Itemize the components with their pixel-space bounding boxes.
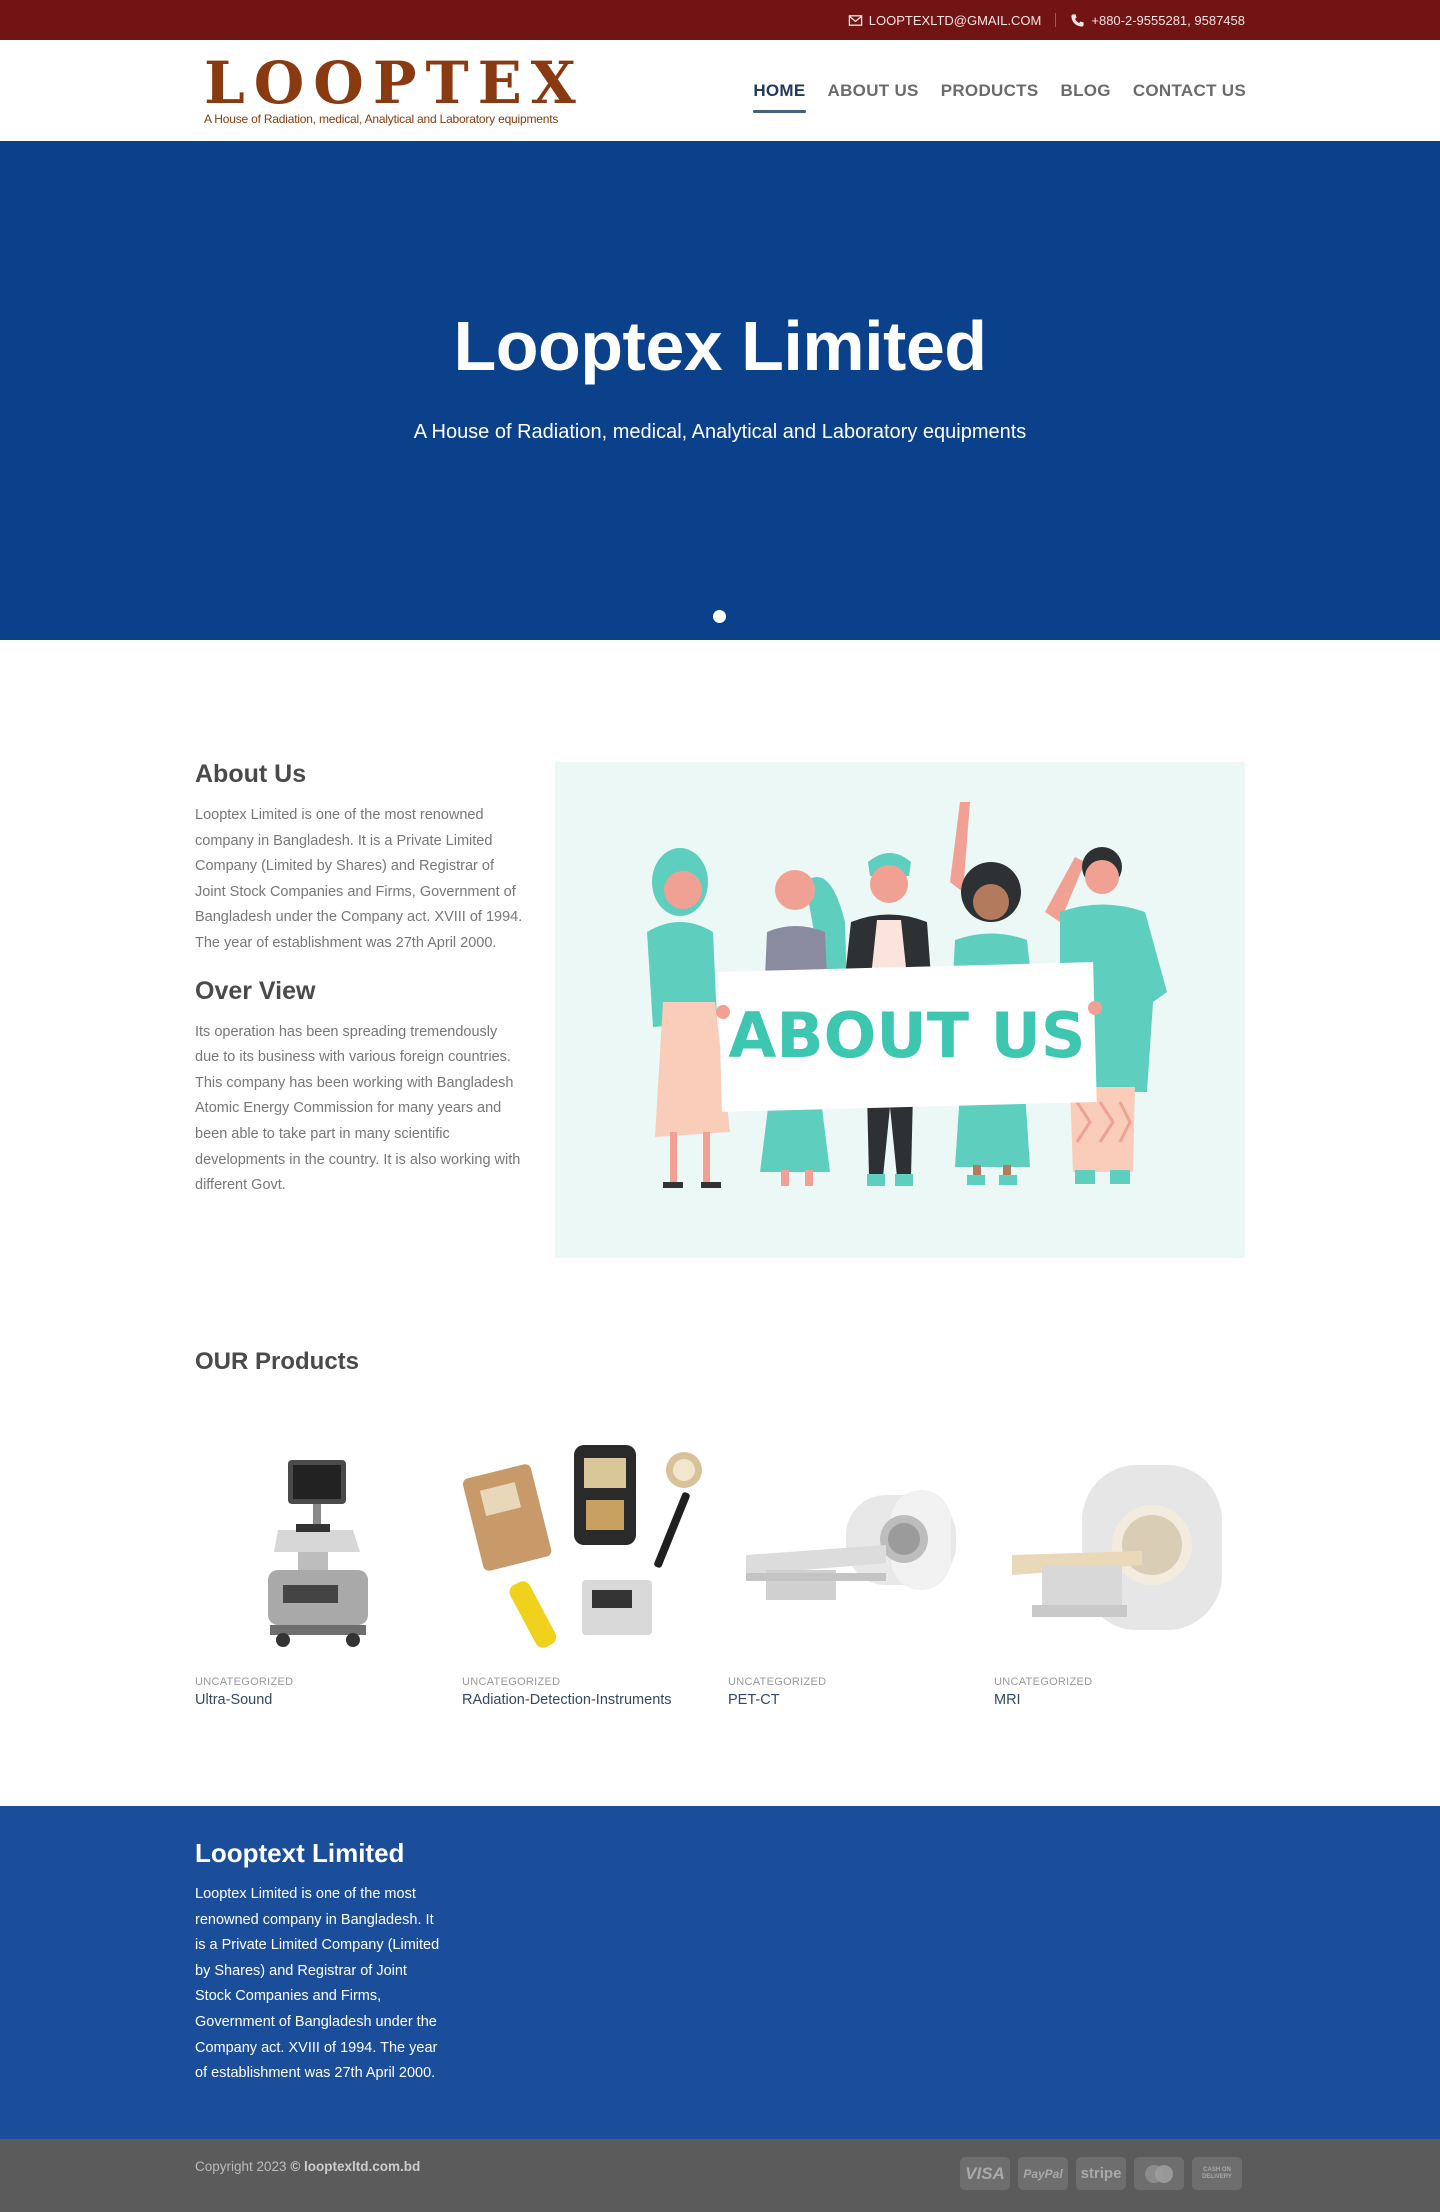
product-name[interactable]: MRI xyxy=(994,1692,1239,1708)
product-name[interactable]: PET-CT xyxy=(728,1692,973,1708)
nav-about-us[interactable]: ABOUT US xyxy=(828,75,919,107)
overview-heading: Over View xyxy=(195,976,316,1005)
topbar-phone-link[interactable]: +880-2-9555281, 9587458 xyxy=(1070,13,1245,28)
product-card-pet-ct[interactable]: UNCATEGORIZED PET-CT xyxy=(728,1430,973,1708)
topbar-divider xyxy=(1055,13,1057,27)
main-nav: HOME ABOUT US PRODUCTS BLOG CONTACT US xyxy=(753,40,1246,141)
site-header: LOOPTEX A House of Radiation, medical, A… xyxy=(0,40,1440,141)
nav-home[interactable]: HOME xyxy=(753,75,806,113)
product-card-mri[interactable]: UNCATEGORIZED MRI xyxy=(994,1430,1239,1708)
visa-icon: VISA xyxy=(960,2157,1010,2190)
product-category: UNCATEGORIZED xyxy=(994,1676,1093,1688)
product-name[interactable]: Ultra-Sound xyxy=(195,1692,440,1708)
overview-text: Its operation has been spreading tremend… xyxy=(195,1023,521,1194)
envelope-icon xyxy=(848,14,863,26)
nav-products[interactable]: PRODUCTS xyxy=(941,75,1039,107)
product-card-radiation-detection[interactable]: UNCATEGORIZED RAdiation-Detection-Instru… xyxy=(462,1430,707,1708)
products-heading: OUR Products xyxy=(195,1348,360,1375)
copyright-prefix: Copyright 2023 xyxy=(195,2159,287,2174)
absolute-footer: Copyright 2023 © looptexltd.com.bd VISA … xyxy=(0,2139,1440,2212)
product-category: UNCATEGORIZED xyxy=(462,1676,561,1688)
product-image[interactable] xyxy=(994,1430,1239,1670)
footer-text: Looptex Limited is one of the most renow… xyxy=(195,1886,440,2082)
about-banner-text: ABOUT US xyxy=(728,999,1085,1072)
product-name[interactable]: RAdiation-Detection-Instruments xyxy=(462,1692,707,1708)
stripe-icon: stripe xyxy=(1076,2157,1126,2190)
phone-icon xyxy=(1071,13,1084,27)
mastercard-icon xyxy=(1134,2157,1184,2190)
topbar-email-link[interactable]: LOOPTEXLTD@GMAIL.COM xyxy=(848,12,1042,28)
about-heading: About Us xyxy=(195,760,307,788)
hero-title: Looptex Limited xyxy=(453,307,987,385)
about-text: Looptex Limited is one of the most renow… xyxy=(195,807,523,951)
cash-on-delivery-icon: CASH ON DELIVERY xyxy=(1192,2157,1242,2190)
product-card-ultrasound[interactable]: UNCATEGORIZED Ultra-Sound xyxy=(195,1430,440,1708)
topbar-phone: +880-2-9555281, 9587458 xyxy=(1091,12,1245,28)
person-1 xyxy=(647,848,730,1188)
slider-dot-icon[interactable] xyxy=(713,610,726,623)
product-image[interactable] xyxy=(195,1430,440,1670)
product-category: UNCATEGORIZED xyxy=(728,1676,827,1688)
logo-wordmark: LOOPTEX xyxy=(204,49,585,117)
footer-title: Looptext Limited xyxy=(195,1838,405,1868)
paypal-icon: PayPal xyxy=(1018,2157,1068,2190)
nav-contact-us[interactable]: CONTACT US xyxy=(1133,75,1246,107)
copyright-site-link[interactable]: © looptexltd.com.bd xyxy=(290,2159,420,2174)
product-image[interactable] xyxy=(462,1430,707,1670)
top-bar: LOOPTEXLTD@GMAIL.COM +880-2-9555281, 958… xyxy=(0,0,1440,40)
product-category: UNCATEGORIZED xyxy=(195,1676,294,1688)
logo-tagline: A House of Radiation, medical, Analytica… xyxy=(204,112,559,126)
about-section: About Us Looptex Limited is one of the m… xyxy=(195,760,525,1199)
hero-subtitle: A House of Radiation, medical, Analytica… xyxy=(413,421,1027,443)
payment-icons: VISA PayPal stripe CASH ON DELIVERY xyxy=(960,2157,1242,2190)
site-footer: Looptext Limited Looptex Limited is one … xyxy=(0,1806,1440,2139)
about-us-illustration: ABOUT US xyxy=(555,762,1245,1258)
copyright: Copyright 2023 © looptexltd.com.bd xyxy=(195,2159,420,2174)
product-image[interactable] xyxy=(728,1430,973,1670)
hero-slider: Looptex Limited A House of Radiation, me… xyxy=(0,141,1440,640)
site-logo[interactable]: LOOPTEX A House of Radiation, medical, A… xyxy=(204,49,585,126)
topbar-email: LOOPTEXLTD@GMAIL.COM xyxy=(868,12,1042,28)
nav-blog[interactable]: BLOG xyxy=(1061,75,1111,107)
